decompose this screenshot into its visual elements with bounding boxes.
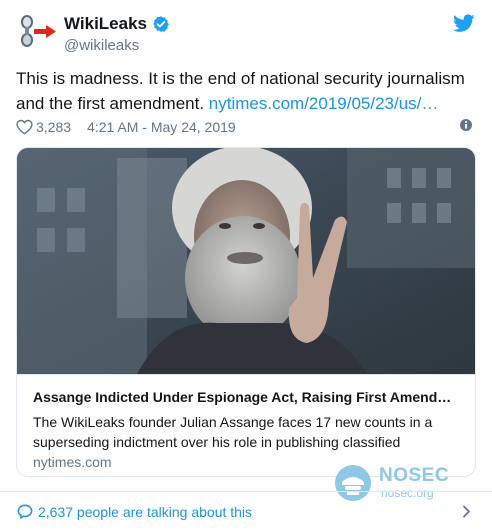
account-name[interactable]: WikiLeaks xyxy=(64,14,147,34)
card-body: Assange Indicted Under Espionage Act, Ra… xyxy=(17,374,475,476)
tweet-link[interactable]: nytimes.com/2019/05/23/us/… xyxy=(209,94,439,113)
watermark-title: NOSEC xyxy=(379,465,450,486)
talking-count: 2,637 people are talking about this xyxy=(38,504,253,520)
verified-badge-icon xyxy=(153,16,169,32)
card-image xyxy=(17,148,475,374)
speech-bubble-icon xyxy=(17,504,33,519)
conversation-link[interactable]: 2,637 people are talking about this xyxy=(0,492,492,530)
like-count[interactable]: 3,283 xyxy=(36,119,71,135)
card-description: The WikiLeaks founder Julian Assange fac… xyxy=(33,414,433,450)
heart-icon[interactable] xyxy=(16,119,33,135)
avatar[interactable] xyxy=(16,10,58,52)
embedded-tweet: WikiLeaks @wikileaks This is madness. It… xyxy=(0,0,492,530)
link-preview-card[interactable]: Assange Indicted Under Espionage Act, Ra… xyxy=(16,147,476,477)
account-handle[interactable]: @wikileaks xyxy=(64,37,139,54)
tweet-meta: 3,283 4:21 AM - May 24, 2019 xyxy=(16,117,236,137)
tweet-text: This is madness. It is the end of nation… xyxy=(16,66,476,116)
card-title: Assange Indicted Under Espionage Act, Ra… xyxy=(33,389,452,405)
tweet-timestamp[interactable]: 4:21 AM - May 24, 2019 xyxy=(87,119,236,135)
info-icon[interactable] xyxy=(459,118,473,132)
chevron-right-icon xyxy=(463,505,470,518)
card-domain: nytimes.com xyxy=(33,454,112,470)
twitter-bird-icon[interactable] xyxy=(453,14,475,33)
